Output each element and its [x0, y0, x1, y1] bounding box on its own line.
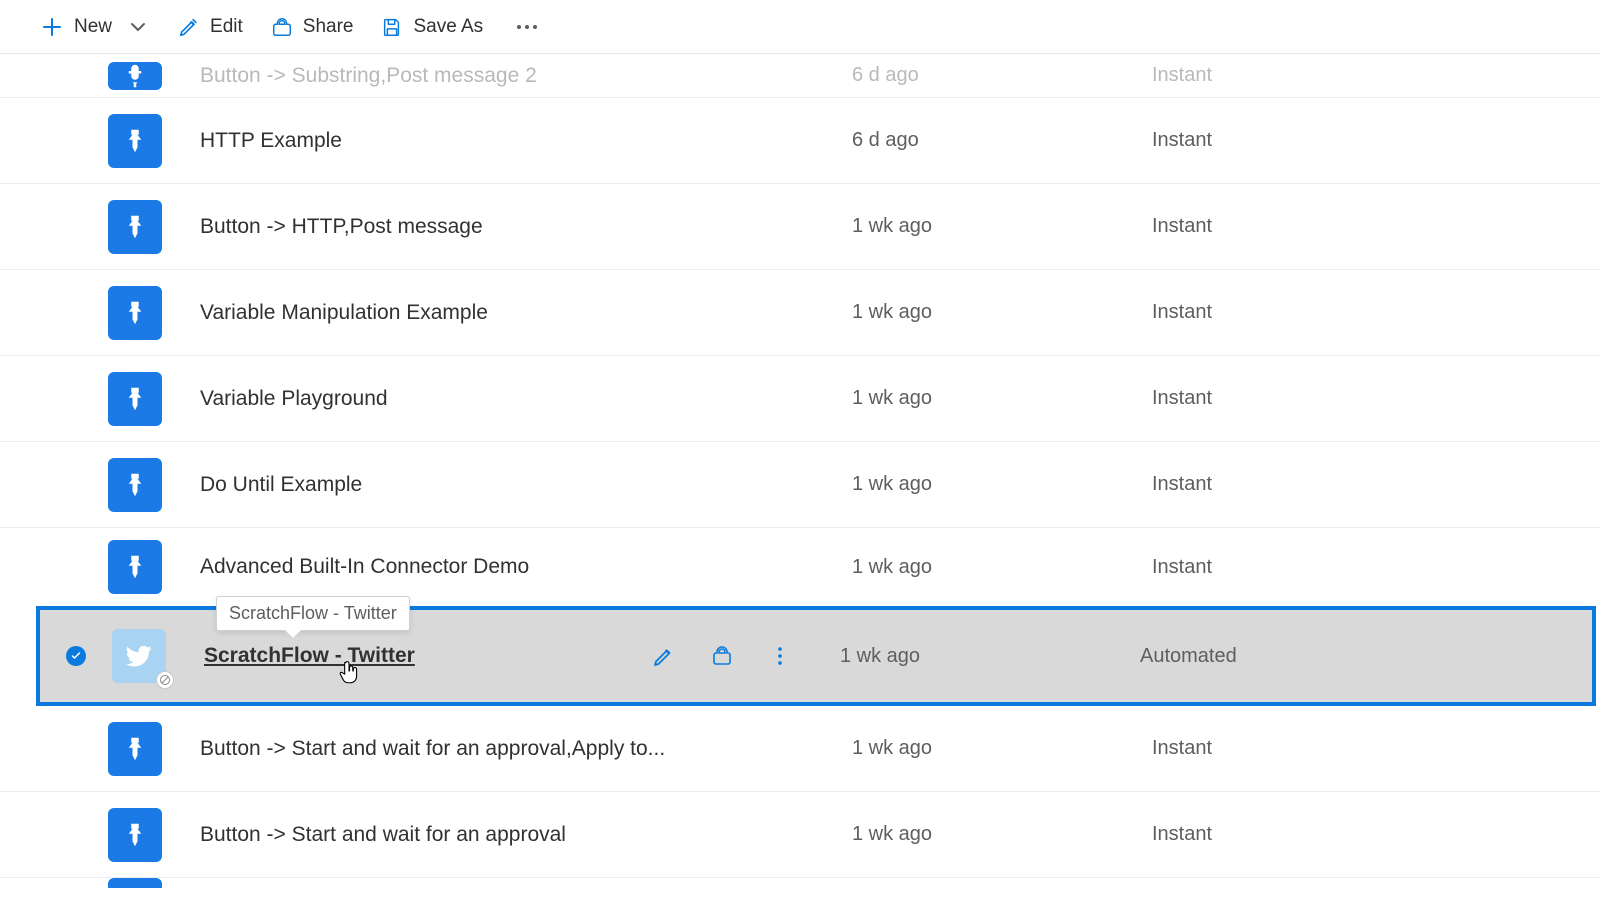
flow-modified: 1 wk ago: [852, 823, 1152, 846]
flow-type: Instant: [1152, 215, 1600, 238]
flow-modified: 1 wk ago: [852, 387, 1152, 410]
flow-modified: 1 wk ago: [852, 473, 1152, 496]
edit-button[interactable]: Edit: [178, 16, 243, 38]
flow-button-icon: [108, 372, 162, 426]
save-as-label: Save As: [413, 16, 483, 38]
flow-name: Advanced Built-In Connector Demo: [162, 555, 852, 579]
flow-type: Instant: [1152, 301, 1600, 324]
command-bar: New Edit Share Save As: [0, 0, 1600, 54]
flow-name: Button -> Start and wait for an approval: [162, 823, 852, 847]
dot-icon: [517, 25, 521, 29]
flow-row[interactable]: Variable Manipulation Example 1 wk ago I…: [0, 270, 1600, 356]
flow-name: Do Until Example: [162, 473, 852, 497]
flow-button-icon: [108, 540, 162, 594]
flow-list: Button -> Substring,Post message 2 6 d a…: [0, 54, 1600, 888]
flow-name: Button -> Substring,Post message 2: [162, 64, 852, 88]
flow-type: Automated: [1140, 645, 1592, 668]
flow-type: Instant: [1152, 823, 1600, 846]
flow-row[interactable]: Button -> HTTP,Post message 1 wk ago Ins…: [0, 184, 1600, 270]
flow-modified: 1 wk ago: [840, 645, 1140, 668]
flow-name: HTTP Example: [162, 129, 852, 153]
flow-button-icon: [108, 722, 162, 776]
save-icon: [381, 16, 403, 38]
flow-button-icon: [108, 62, 162, 90]
flow-button-icon: [108, 878, 162, 888]
tooltip: ScratchFlow - Twitter: [216, 596, 410, 631]
flow-row[interactable]: Button -> Start and wait for an approval…: [0, 706, 1600, 792]
flow-modified: 6 d ago: [852, 129, 1152, 152]
flow-type: Instant: [1152, 556, 1600, 579]
flow-row[interactable]: Advanced Built-In Connector Demo 1 wk ag…: [0, 528, 1600, 606]
new-button[interactable]: New: [40, 15, 150, 39]
pencil-icon: [178, 16, 200, 38]
dot-icon: [533, 25, 537, 29]
plus-icon: [40, 15, 64, 39]
flow-button-icon: [108, 808, 162, 862]
share-button[interactable]: Share: [271, 16, 354, 38]
flow-type: Instant: [1152, 473, 1600, 496]
flow-row[interactable]: Button -> Start and wait for an approval…: [0, 792, 1600, 878]
save-as-button[interactable]: Save As: [381, 16, 483, 38]
share-row-icon[interactable]: [710, 644, 734, 668]
flow-button-icon: [108, 286, 162, 340]
flow-modified: 1 wk ago: [852, 556, 1152, 579]
flow-row[interactable]: Do Until Example 1 wk ago Instant: [0, 442, 1600, 528]
dot-icon: [525, 25, 529, 29]
flow-name: Variable Manipulation Example: [162, 301, 852, 325]
flow-name: Variable Playground: [162, 387, 852, 411]
flow-button-icon: [108, 458, 162, 512]
chevron-down-icon: [126, 15, 150, 39]
flow-name: Button -> Start and wait for an approval…: [162, 737, 852, 761]
more-button[interactable]: [511, 19, 543, 35]
flow-button-icon: [108, 114, 162, 168]
flow-type: Instant: [1152, 129, 1600, 152]
disabled-icon: [156, 671, 174, 689]
share-icon: [271, 16, 293, 38]
flow-modified: 1 wk ago: [852, 737, 1152, 760]
flow-modified: 1 wk ago: [852, 301, 1152, 324]
flow-row[interactable]: Variable Playground 1 wk ago Instant: [0, 356, 1600, 442]
flow-type: Instant: [1152, 737, 1600, 760]
flow-button-icon: [108, 200, 162, 254]
flow-name-link[interactable]: ScratchFlow - Twitter: [204, 644, 415, 667]
flow-row-peek: [108, 878, 1600, 888]
share-label: Share: [303, 16, 354, 38]
flow-modified: 6 d ago: [852, 64, 1152, 87]
flow-row[interactable]: HTTP Example 6 d ago Instant: [0, 98, 1600, 184]
selection-check-icon[interactable]: [66, 646, 86, 666]
flow-row[interactable]: Button -> Substring,Post message 2 6 d a…: [0, 54, 1600, 98]
flow-modified: 1 wk ago: [852, 215, 1152, 238]
edit-row-icon[interactable]: [652, 644, 676, 668]
flow-name: Button -> HTTP,Post message: [162, 215, 852, 239]
edit-label: Edit: [210, 16, 243, 38]
more-row-icon[interactable]: [768, 644, 792, 668]
flow-type: Instant: [1152, 387, 1600, 410]
flow-type: Instant: [1152, 64, 1600, 87]
new-label: New: [74, 16, 112, 38]
